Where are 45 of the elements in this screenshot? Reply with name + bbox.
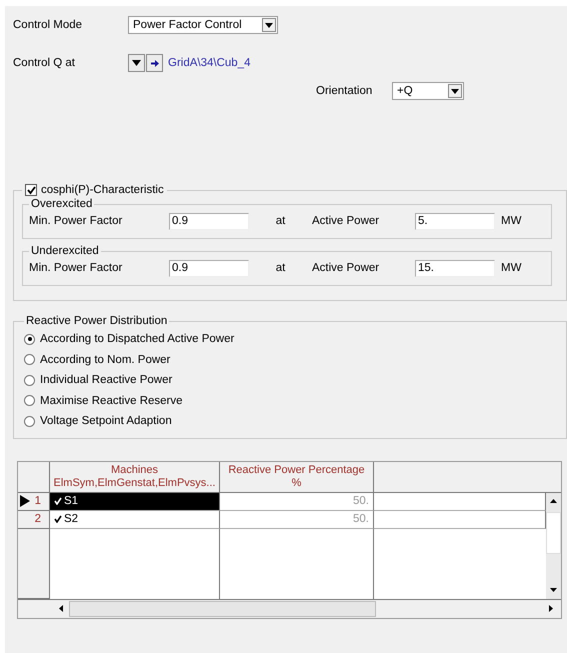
unit-label: MW xyxy=(501,262,522,274)
cubicle-link[interactable]: GridA\34\Cub_4 xyxy=(168,57,250,69)
checkbox[interactable] xyxy=(25,184,37,196)
option-label: Voltage Setpoint Adaption xyxy=(40,415,172,428)
column-header[interactable]: Machines ElmSym,ElmGenstat,ElmPvsys... xyxy=(50,462,220,492)
control-mode-dropdown[interactable]: Power Factor Control xyxy=(128,16,278,34)
jump-button[interactable] xyxy=(146,54,163,72)
arrow-right-icon xyxy=(150,60,158,66)
row-pointer-icon xyxy=(20,495,30,507)
table-cell: 50. xyxy=(220,492,374,510)
table-cell[interactable]: S1 xyxy=(50,492,220,510)
at-label: at xyxy=(274,215,286,227)
option-label: Maximise Reactive Reserve xyxy=(40,394,183,407)
active-power-label: Active Power xyxy=(312,262,380,274)
column-header[interactable]: Reactive Power Percentage % xyxy=(220,462,374,492)
select-button[interactable] xyxy=(128,54,145,72)
factor-field[interactable]: 0.9 xyxy=(169,212,249,230)
vertical-scrollbar[interactable] xyxy=(546,492,561,598)
factor-label: Min. Power Factor xyxy=(29,215,124,227)
option-label: According to Dispatched Active Power xyxy=(40,333,234,346)
factor-field[interactable]: 0.9 xyxy=(169,260,249,276)
control-q-label: Control Q at xyxy=(13,57,76,69)
orientation-dropdown[interactable]: +Q xyxy=(392,82,464,100)
table-cell[interactable]: S2 xyxy=(50,510,220,528)
group-title: Reactive Power Distribution xyxy=(25,315,168,327)
active-power-label: Active Power xyxy=(312,215,380,227)
triangle-down-icon xyxy=(132,60,141,66)
unit-label: MW xyxy=(501,215,522,227)
factor-label: Min. Power Factor xyxy=(29,262,124,274)
orientation-label: Orientation xyxy=(316,85,374,97)
group-title: Overexcited xyxy=(30,198,94,210)
radio-button[interactable] xyxy=(24,354,35,366)
at-label: at xyxy=(274,262,286,274)
active-power-field[interactable]: 5. xyxy=(415,212,495,230)
control-mode-label: Control Mode xyxy=(13,19,84,31)
option-label: According to Nom. Power xyxy=(40,354,170,366)
cosphi-label: cosphi(P)-Characteristic xyxy=(41,184,164,196)
radio-button[interactable] xyxy=(24,374,35,386)
option-label: Individual Reactive Power xyxy=(40,374,172,386)
radio-button[interactable] xyxy=(24,334,35,345)
radio-button[interactable] xyxy=(24,416,35,427)
group-title: Underexcited xyxy=(30,245,100,257)
active-power-field[interactable]: 15. xyxy=(415,260,495,276)
table-cell: 50. xyxy=(220,510,374,528)
radio-button[interactable] xyxy=(24,395,35,406)
